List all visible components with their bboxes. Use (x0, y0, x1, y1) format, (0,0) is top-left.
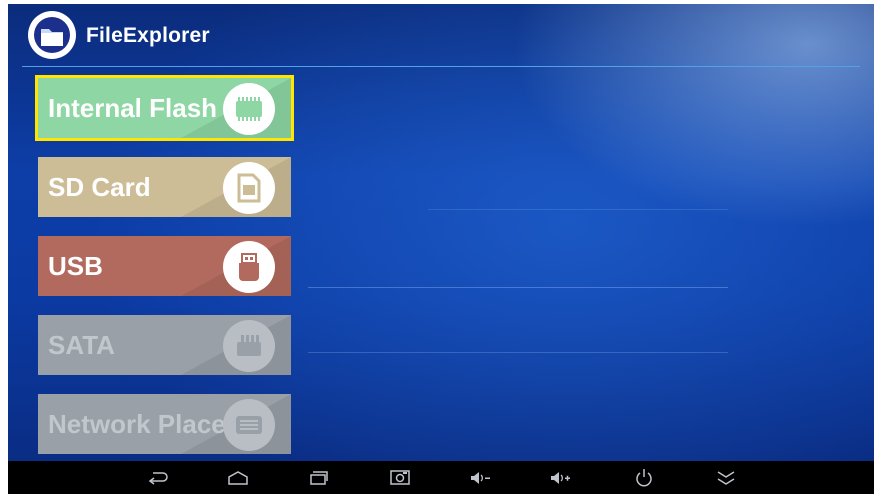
usb-drive-icon (223, 241, 275, 293)
tile-sata[interactable]: SATA (38, 315, 291, 375)
tile-label: Network Place (48, 409, 226, 439)
screen: FileExplorer Internal Flash SD Card USB … (8, 4, 874, 494)
power-icon[interactable] (632, 468, 656, 488)
collapse-icon[interactable] (714, 468, 738, 488)
home-icon[interactable] (226, 468, 250, 488)
background-streak (308, 287, 728, 288)
back-icon[interactable] (146, 468, 170, 488)
title-bar: FileExplorer (8, 4, 874, 66)
app-title: FileExplorer (86, 24, 210, 47)
navigation-bar (8, 461, 874, 494)
volume-down-icon[interactable] (468, 468, 492, 488)
recent-apps-icon[interactable] (306, 468, 330, 488)
network-drive-icon (223, 399, 275, 451)
tile-network-place[interactable]: Network Place (38, 394, 291, 454)
background-streak (428, 209, 728, 210)
tile-usb[interactable]: USB (38, 236, 291, 296)
background-streak (308, 352, 728, 353)
tile-sd-card[interactable]: SD Card (38, 157, 291, 217)
tile-label: SATA (48, 330, 115, 360)
screenshot-icon[interactable] (388, 468, 412, 488)
sata-drive-icon (223, 320, 275, 372)
memory-chip-icon (223, 83, 275, 135)
tile-label: Internal Flash (48, 93, 218, 123)
tile-internal-flash[interactable]: Internal Flash (35, 75, 294, 141)
volume-up-icon[interactable] (548, 468, 572, 488)
title-divider (22, 66, 860, 67)
folder-icon (28, 11, 76, 59)
sd-card-icon (223, 162, 275, 214)
tile-label: SD Card (48, 172, 151, 202)
tile-label: USB (48, 251, 103, 281)
